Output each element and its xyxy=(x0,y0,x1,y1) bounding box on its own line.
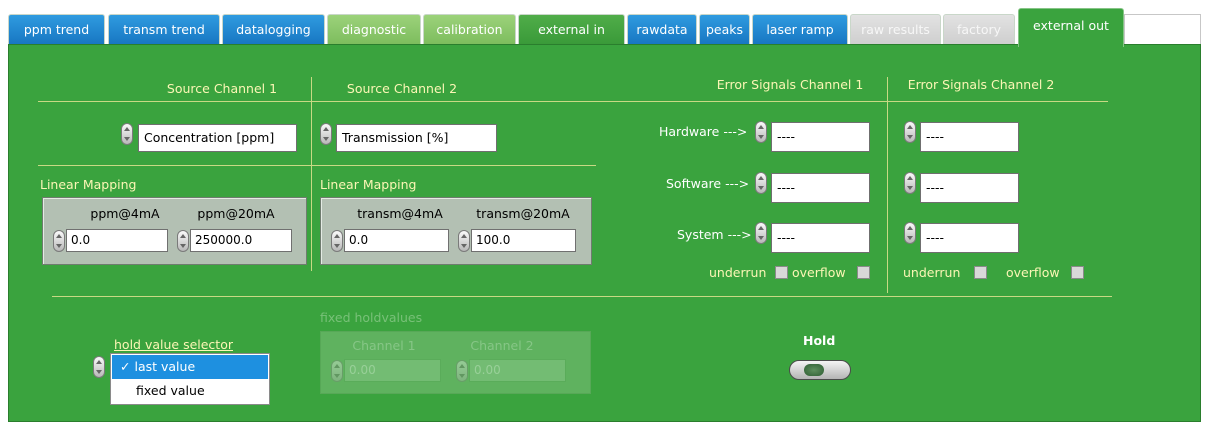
ppm-4ma-input[interactable]: 0.0 xyxy=(66,229,168,252)
ppm-4ma-spinner[interactable] xyxy=(53,230,65,252)
divider-mapping xyxy=(38,165,596,166)
underrun-2-checkbox[interactable] xyxy=(974,266,987,279)
source-2-select[interactable]: Transmission [%] xyxy=(336,124,497,152)
ppm-20ma-spinner[interactable] xyxy=(177,230,189,252)
linear-mapping-2-heading: Linear Mapping xyxy=(320,177,417,192)
hardware-error-select[interactable]: ---- xyxy=(771,122,870,152)
checkmark-icon: ✓ xyxy=(120,359,131,374)
error-2-row-1-spinner[interactable] xyxy=(904,121,916,143)
software-error-select[interactable]: ---- xyxy=(771,173,870,203)
underrun-1-checkbox[interactable] xyxy=(775,266,788,279)
transm-4ma-label: transm@4mA xyxy=(357,206,443,221)
option-last-value-label: last value xyxy=(134,359,196,374)
ppm-20ma-input[interactable]: 250000.0 xyxy=(190,229,292,252)
hold-value-selector-spinner[interactable] xyxy=(93,356,105,378)
option-last-value[interactable]: ✓ last value xyxy=(112,355,268,379)
linear-mapping-2-cluster: transm@4mA transm@20mA 0.0 100.0 xyxy=(320,197,592,265)
hold-led-icon xyxy=(804,364,824,376)
hold-value-selector-label: hold value selector xyxy=(114,337,233,352)
tab-factory[interactable]: factory xyxy=(943,14,1015,44)
tab-transm-trend[interactable]: transm trend xyxy=(108,14,220,44)
overflow-2-label: overflow xyxy=(1006,265,1060,280)
ppm-4ma-label: ppm@4mA xyxy=(90,206,160,221)
divider-bottom xyxy=(52,296,1112,297)
tab-datalogging[interactable]: datalogging xyxy=(222,14,325,44)
tab-raw-results[interactable]: raw results xyxy=(850,14,941,44)
ppm-20ma-label: ppm@20mA xyxy=(197,206,275,221)
overflow-2-checkbox[interactable] xyxy=(1071,266,1084,279)
transm-4ma-spinner[interactable] xyxy=(331,230,343,252)
tab-external-in[interactable]: external in xyxy=(518,14,625,44)
fixed-channel-1-spinner xyxy=(331,360,343,382)
error-2-row-3-select[interactable]: ---- xyxy=(920,223,1019,253)
hold-label: Hold xyxy=(803,333,836,348)
fixed-channel-2-input: 0.00 xyxy=(469,359,566,382)
hold-button[interactable] xyxy=(789,360,851,380)
divider-errors xyxy=(887,77,888,293)
source-channel-2-heading: Source Channel 2 xyxy=(346,81,458,96)
error-2-row-2-select[interactable]: ---- xyxy=(920,173,1019,203)
option-fixed-value[interactable]: fixed value xyxy=(112,379,268,403)
source-1-select[interactable]: Concentration [ppm] xyxy=(138,124,297,152)
system-label: System ---> xyxy=(677,227,752,242)
source-1-spinner[interactable] xyxy=(121,123,133,145)
divider-header xyxy=(38,101,1108,102)
source-channel-1-heading: Source Channel 1 xyxy=(166,81,278,96)
fixed-channel-1-input: 0.00 xyxy=(344,359,441,382)
tab-external-out[interactable]: external out xyxy=(1018,8,1124,47)
linear-mapping-1-heading: Linear Mapping xyxy=(40,177,137,192)
fixed-channel-1-label: Channel 1 xyxy=(352,338,416,353)
tab-calibration[interactable]: calibration xyxy=(423,14,516,44)
fixed-channel-2-label: Channel 2 xyxy=(470,338,534,353)
source-2-spinner[interactable] xyxy=(320,123,332,145)
system-error-select[interactable]: ---- xyxy=(771,223,870,253)
transm-4ma-input[interactable]: 0.0 xyxy=(344,229,449,252)
hardware-label: Hardware ---> xyxy=(659,124,748,139)
error-2-row-3-spinner[interactable] xyxy=(904,222,916,244)
tab-diagnostic[interactable]: diagnostic xyxy=(327,14,421,44)
divider-source xyxy=(311,77,312,271)
transm-20ma-input[interactable]: 100.0 xyxy=(471,229,576,252)
error-2-row-2-spinner[interactable] xyxy=(904,172,916,194)
tab-rawdata[interactable]: rawdata xyxy=(627,14,697,44)
transm-20ma-label: transm@20mA xyxy=(476,206,570,221)
software-spinner[interactable] xyxy=(755,172,767,194)
fixed-holdvalues-label: fixed holdvalues xyxy=(320,310,423,325)
error-signals-2-heading: Error Signals Channel 2 xyxy=(907,77,1055,92)
tab-strip-end xyxy=(1124,14,1201,44)
underrun-2-label: underrun xyxy=(903,265,961,280)
overflow-1-checkbox[interactable] xyxy=(857,266,870,279)
overflow-1-label: overflow xyxy=(792,265,846,280)
software-label: Software ---> xyxy=(666,176,750,191)
fixed-channel-2-spinner xyxy=(456,360,468,382)
hardware-spinner[interactable] xyxy=(755,121,767,143)
tab-laser-ramp[interactable]: laser ramp xyxy=(752,14,848,44)
tab-peaks[interactable]: peaks xyxy=(699,14,750,44)
hold-value-selector-menu: ✓ last value fixed value xyxy=(110,353,270,405)
system-spinner[interactable] xyxy=(755,222,767,244)
tab-ppm-trend[interactable]: ppm trend xyxy=(8,14,105,44)
transm-20ma-spinner[interactable] xyxy=(458,230,470,252)
linear-mapping-1-cluster: ppm@4mA ppm@20mA 0.0 250000.0 xyxy=(42,197,307,265)
error-signals-1-heading: Error Signals Channel 1 xyxy=(716,77,864,92)
error-2-row-1-select[interactable]: ---- xyxy=(920,122,1019,152)
underrun-1-label: underrun xyxy=(709,265,767,280)
fixed-holdvalues-cluster: Channel 1 Channel 2 0.00 0.00 xyxy=(320,331,591,394)
